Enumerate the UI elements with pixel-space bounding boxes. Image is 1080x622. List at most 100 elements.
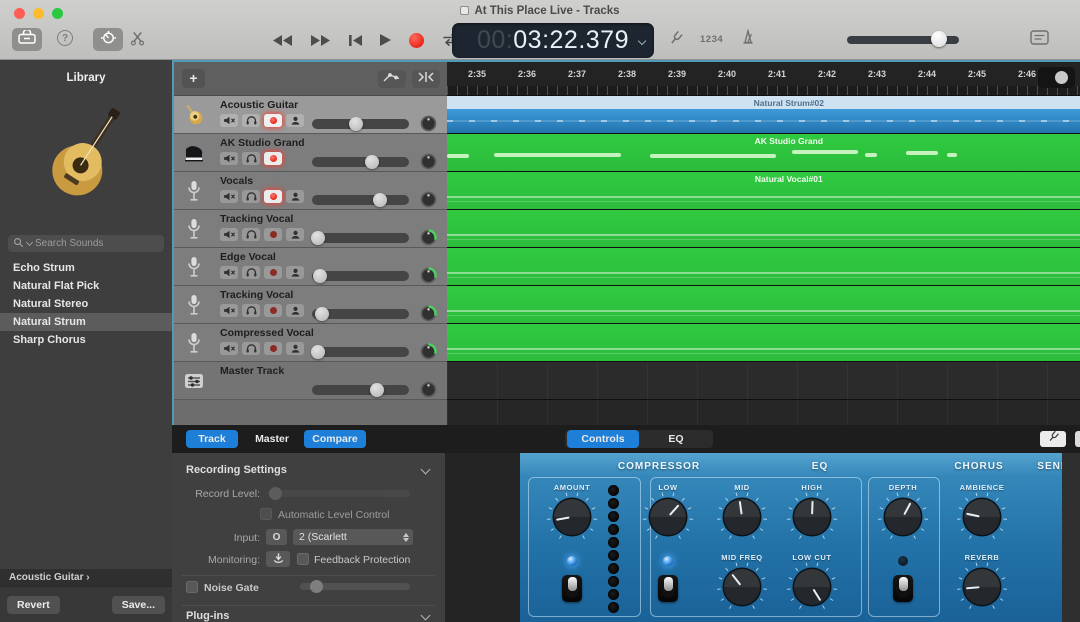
track-header-ak-studio-grand[interactable]: AK Studio Grand <box>174 134 447 172</box>
track-header-compressed-vocal[interactable]: Compressed Vocal <box>174 324 447 362</box>
library-item-sharp-chorus[interactable]: Sharp Chorus <box>0 331 172 349</box>
mute-button[interactable] <box>220 152 238 165</box>
solo-button[interactable] <box>242 152 260 165</box>
slider-knob[interactable] <box>269 487 282 500</box>
input-monitoring-button[interactable] <box>286 114 304 127</box>
track-header-acoustic-guitar[interactable]: Acoustic Guitar <box>174 96 447 134</box>
knob-mid[interactable] <box>715 490 769 549</box>
region-natural-strum-02[interactable]: Natural Strum#02 <box>447 96 1080 133</box>
pan-knob[interactable] <box>420 343 437 360</box>
record-enable-button[interactable] <box>264 304 282 317</box>
pan-knob[interactable] <box>420 153 437 170</box>
volume-knob[interactable] <box>313 269 327 283</box>
zoom-slider[interactable] <box>1038 67 1075 88</box>
search-input[interactable] <box>35 238 145 249</box>
plugins-header[interactable]: Plug-ins <box>186 610 229 622</box>
volume-knob[interactable] <box>349 117 363 131</box>
record-enable-button[interactable] <box>264 228 282 241</box>
count-in-button[interactable]: 1234 <box>700 34 723 45</box>
mute-button[interactable] <box>220 228 238 241</box>
chevron-down-icon[interactable] <box>638 37 646 45</box>
solo-button[interactable] <box>242 114 260 127</box>
mute-button[interactable] <box>220 266 238 279</box>
track-header-tracking-vocal[interactable]: Tracking Vocal <box>174 210 447 248</box>
region-audio[interactable] <box>447 210 1080 247</box>
track-lane-ak-studio-grand[interactable]: AK Studio Grand <box>447 134 1080 172</box>
knob-high[interactable] <box>785 490 839 549</box>
timeline-ruler[interactable]: 2:352:362:372:382:392:402:412:422:432:44… <box>447 62 1080 96</box>
pan-knob[interactable] <box>420 381 437 398</box>
empty-lane[interactable] <box>447 362 1080 399</box>
mute-button[interactable] <box>220 190 238 203</box>
catch-playhead-button[interactable] <box>412 70 440 88</box>
input-monitoring-button[interactable] <box>286 190 304 203</box>
pan-knob[interactable] <box>420 115 437 132</box>
region-ak-studio-grand[interactable]: AK Studio Grand <box>447 134 1080 171</box>
tab-eq[interactable]: EQ <box>643 430 709 448</box>
track-volume-slider[interactable] <box>312 347 409 357</box>
library-toggle-button[interactable] <box>12 28 42 51</box>
solo-button[interactable] <box>242 190 260 203</box>
track-lane-tracking-vocal[interactable] <box>447 286 1080 324</box>
mute-button[interactable] <box>220 114 238 127</box>
volume-knob[interactable] <box>370 383 384 397</box>
region-natural-vocal-01[interactable]: Natural Vocal#01 <box>447 172 1080 209</box>
automation-button[interactable] <box>378 70 406 88</box>
track-volume-slider[interactable] <box>312 157 409 167</box>
volume-knob[interactable] <box>373 193 387 207</box>
pan-knob[interactable] <box>420 305 437 322</box>
solo-button[interactable] <box>242 266 260 279</box>
track-header-edge-vocal[interactable]: Edge Vocal <box>174 248 447 286</box>
noise-gate-checkbox[interactable] <box>186 581 198 593</box>
knob-mid-freq[interactable] <box>715 560 769 619</box>
editors-button[interactable] <box>130 30 145 51</box>
track-header-master-track[interactable]: Master Track <box>174 362 447 400</box>
display-mode-button[interactable] <box>1030 30 1049 50</box>
tab-master[interactable]: Master <box>246 430 298 448</box>
auto-level-checkbox[interactable] <box>260 508 272 520</box>
input-monitoring-button[interactable] <box>286 342 304 355</box>
library-item-natural-flat-pick[interactable]: Natural Flat Pick <box>0 277 172 295</box>
search-sounds-field[interactable] <box>8 235 164 252</box>
record-enable-button[interactable] <box>264 190 282 203</box>
noise-gate-slider[interactable] <box>300 583 410 590</box>
track-lane-compressed-vocal[interactable] <box>447 324 1080 362</box>
play-button[interactable] <box>379 33 392 47</box>
track-lane-acoustic-guitar[interactable]: Natural Strum#02 <box>447 96 1080 134</box>
record-enable-button[interactable] <box>264 152 282 165</box>
smart-controls-toggle-button[interactable] <box>93 28 123 51</box>
knob-low-cut[interactable] <box>785 560 839 619</box>
region-audio[interactable] <box>447 286 1080 323</box>
fast-forward-button[interactable] <box>310 34 331 47</box>
track-volume-slider[interactable] <box>312 385 409 395</box>
track-header-tracking-vocal[interactable]: Tracking Vocal <box>174 286 447 324</box>
track-volume-slider[interactable] <box>312 309 409 319</box>
input-monitoring-button[interactable] <box>286 266 304 279</box>
power-switch-compressor[interactable] <box>562 575 582 602</box>
solo-button[interactable] <box>242 228 260 241</box>
compare-button[interactable]: Compare <box>304 430 366 448</box>
slider-knob[interactable] <box>310 580 323 593</box>
track-volume-slider[interactable] <box>312 271 409 281</box>
track-volume-slider[interactable] <box>312 119 409 129</box>
volume-knob[interactable] <box>931 31 947 47</box>
input-source-select[interactable]: 2 (Scarlett <box>293 529 413 545</box>
recording-settings-header[interactable]: Recording Settings <box>186 464 287 476</box>
solo-button[interactable] <box>242 304 260 317</box>
volume-knob[interactable] <box>365 155 379 169</box>
feedback-protection-checkbox[interactable] <box>297 553 309 565</box>
add-track-button[interactable]: + <box>182 69 205 88</box>
quick-help-button[interactable]: ? <box>57 30 73 46</box>
lcd-display[interactable]: 00: 03:22.379 <box>452 23 654 58</box>
library-item-natural-strum[interactable]: Natural Strum <box>0 313 172 331</box>
record-level-slider[interactable] <box>268 490 410 497</box>
library-item-echo-strum[interactable]: Echo Strum <box>0 259 172 277</box>
library-item-natural-stereo[interactable]: Natural Stereo <box>0 295 172 313</box>
rewind-button[interactable] <box>272 34 293 47</box>
knob-reverb[interactable] <box>955 560 1009 619</box>
tab-controls[interactable]: Controls <box>567 430 639 448</box>
pan-knob[interactable] <box>420 191 437 208</box>
master-volume-slider[interactable] <box>847 33 959 46</box>
solo-button[interactable] <box>242 342 260 355</box>
search-scope-chevron-icon[interactable] <box>26 239 33 246</box>
